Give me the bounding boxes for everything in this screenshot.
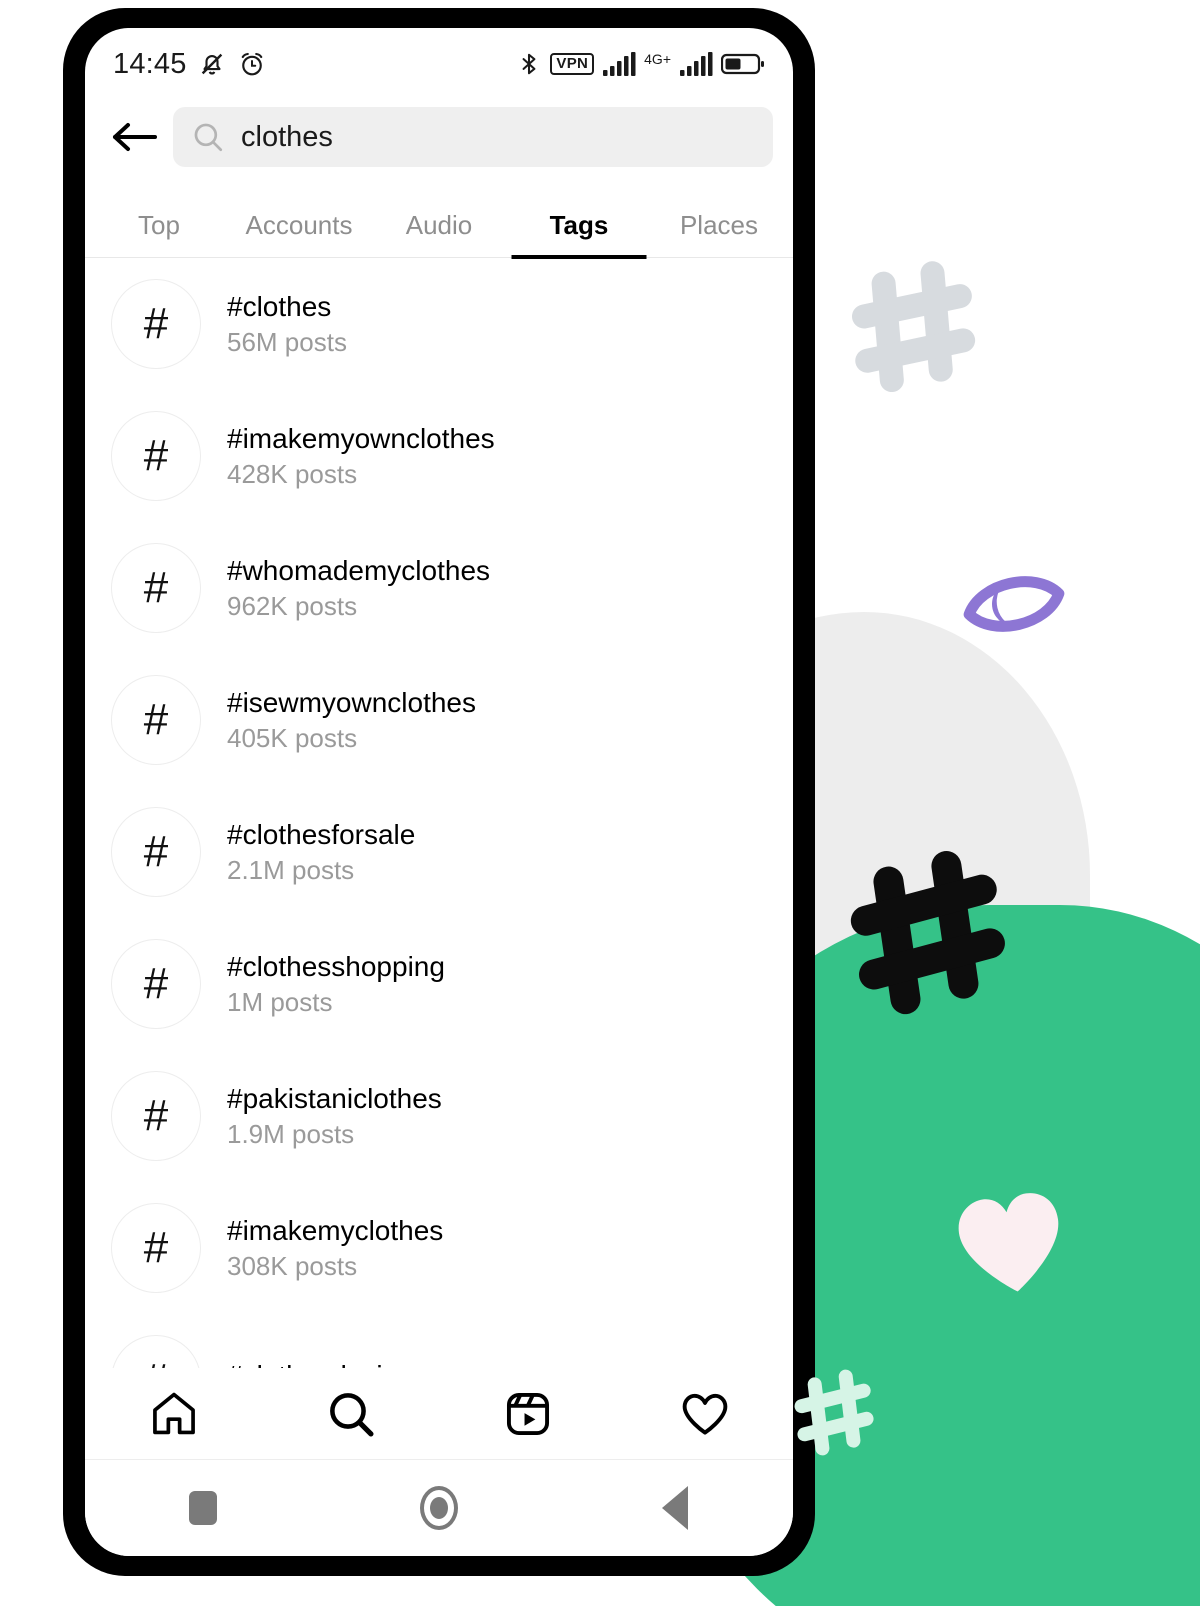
- tag-result-row[interactable]: # #imakemyclothes 308K posts: [85, 1182, 793, 1314]
- search-header: clothes: [85, 90, 793, 184]
- tag-name: #imakemyownclothes: [227, 422, 495, 454]
- search-input-value: clothes: [241, 120, 333, 153]
- hashtag-gray-icon: [851, 261, 976, 393]
- tag-name: #imakemyclothes: [227, 1214, 444, 1246]
- tag-post-count: 2.1M posts: [227, 855, 355, 886]
- tag-name: #isewmyownclothes: [227, 686, 476, 718]
- mute-bell-icon: [201, 53, 222, 75]
- bottom-navigation: [85, 1368, 793, 1460]
- tag-result-text: #clothesforsale 2.1M posts: [227, 818, 416, 886]
- recents-square-icon: [189, 1491, 217, 1525]
- tag-result-text: #clothes 56M posts: [227, 290, 347, 358]
- status-bar-clock: 14:45: [113, 47, 187, 80]
- hashtag-avatar-icon: #: [111, 279, 201, 369]
- search-icon: [329, 1392, 374, 1437]
- hashtag-avatar-icon: #: [111, 939, 201, 1029]
- nav-home[interactable]: [85, 1388, 262, 1440]
- tag-post-count: 56M posts: [227, 327, 347, 358]
- tag-post-count: 405K posts: [227, 723, 358, 754]
- tag-result-row[interactable]: # #isewmyownclothes 405K posts: [85, 654, 793, 786]
- tag-post-count: 308K posts: [227, 1251, 358, 1282]
- tag-result-text: #isewmyownclothes 405K posts: [227, 686, 476, 754]
- search-icon: [194, 123, 223, 152]
- tag-post-count: 1.9M posts: [227, 1119, 355, 1150]
- hashtag-avatar-icon: #: [111, 543, 201, 633]
- hashtag-avatar-icon: #: [111, 1203, 201, 1293]
- tag-result-text: #pakistaniclothes 1.9M posts: [227, 1082, 442, 1150]
- tag-name: #whomademyclothes: [227, 554, 491, 586]
- phone-frame: 14:45 VPN 4G+ clothes Top Accounts Audio…: [63, 8, 815, 1576]
- tag-results-list: # #clothes 56M posts # #imakemyownclothe…: [85, 258, 793, 1446]
- hashtag-avatar-icon: #: [111, 411, 201, 501]
- back-arrow-icon: [113, 123, 157, 151]
- tag-result-text: #clothesshopping 1M posts: [227, 950, 445, 1018]
- tab-tags[interactable]: Tags: [509, 210, 649, 257]
- android-system-nav: [85, 1460, 793, 1556]
- home-circle-icon: [420, 1486, 458, 1530]
- bluetooth-icon: [522, 53, 536, 75]
- hashtag-black-icon: [850, 851, 1005, 1015]
- status-bar: 14:45 VPN 4G+: [85, 28, 793, 90]
- hashtag-avatar-icon: #: [111, 807, 201, 897]
- tab-top[interactable]: Top: [89, 210, 229, 257]
- hashtag-avatar-icon: #: [111, 1071, 201, 1161]
- home-icon: [152, 1392, 195, 1434]
- vpn-badge: VPN: [550, 53, 595, 75]
- tag-name: #pakistaniclothes: [227, 1082, 442, 1114]
- nav-activity[interactable]: [616, 1388, 793, 1440]
- home-button[interactable]: [321, 1486, 557, 1530]
- signal-bars-icon: [603, 52, 636, 76]
- search-tabs: Top Accounts Audio Tags Places: [85, 184, 793, 258]
- eye-icon: [963, 576, 1065, 632]
- recents-button[interactable]: [85, 1491, 321, 1525]
- tab-accounts[interactable]: Accounts: [229, 210, 369, 257]
- tab-audio[interactable]: Audio: [369, 210, 509, 257]
- hashtag-mint-icon: [794, 1369, 874, 1456]
- tag-result-row[interactable]: # #pakistaniclothes 1.9M posts: [85, 1050, 793, 1182]
- nav-search[interactable]: [262, 1388, 439, 1440]
- tag-post-count: 1M posts: [227, 987, 333, 1018]
- status-bar-right: VPN 4G+: [516, 49, 765, 79]
- reels-icon: [506, 1392, 549, 1435]
- tag-name: #clothesshopping: [227, 950, 445, 982]
- tag-result-text: #imakemyclothes 308K posts: [227, 1214, 444, 1282]
- tag-name: #clothesforsale: [227, 818, 416, 850]
- tag-result-row[interactable]: # #whomademyclothes 962K posts: [85, 522, 793, 654]
- hashtag-avatar-icon: #: [111, 675, 201, 765]
- tag-result-row[interactable]: # #imakemyownclothes 428K posts: [85, 390, 793, 522]
- back-button-system[interactable]: [557, 1486, 793, 1530]
- nav-reels[interactable]: [439, 1388, 616, 1440]
- screenshot-canvas: 14:45 VPN 4G+ clothes Top Accounts Audio…: [0, 0, 1200, 1606]
- network-type-group: 4G+: [644, 52, 671, 76]
- status-bar-left: 14:45: [113, 48, 267, 81]
- battery-icon: [721, 53, 764, 75]
- heart-icon: [682, 1393, 727, 1435]
- tag-result-row[interactable]: # #clothes 56M posts: [85, 258, 793, 390]
- tag-post-count: 962K posts: [227, 591, 358, 622]
- signal-bars-icon: [680, 52, 713, 76]
- tab-places[interactable]: Places: [649, 210, 789, 257]
- heart-icon: [958, 1193, 1059, 1292]
- tag-result-text: #whomademyclothes 962K posts: [227, 554, 491, 622]
- tag-result-text: #imakemyownclothes 428K posts: [227, 422, 495, 490]
- phone-screen: 14:45 VPN 4G+ clothes Top Accounts Audio…: [85, 28, 793, 1556]
- tag-result-row[interactable]: # #clothesshopping 1M posts: [85, 918, 793, 1050]
- network-type-label: 4G+: [644, 51, 671, 67]
- back-button[interactable]: [103, 106, 165, 168]
- tag-result-row[interactable]: # #clothesforsale 2.1M posts: [85, 786, 793, 918]
- search-input[interactable]: clothes: [173, 107, 773, 167]
- tag-post-count: 428K posts: [227, 459, 358, 490]
- back-triangle-icon: [662, 1486, 688, 1530]
- tag-name: #clothes: [227, 290, 332, 322]
- alarm-clock-icon: [241, 52, 262, 76]
